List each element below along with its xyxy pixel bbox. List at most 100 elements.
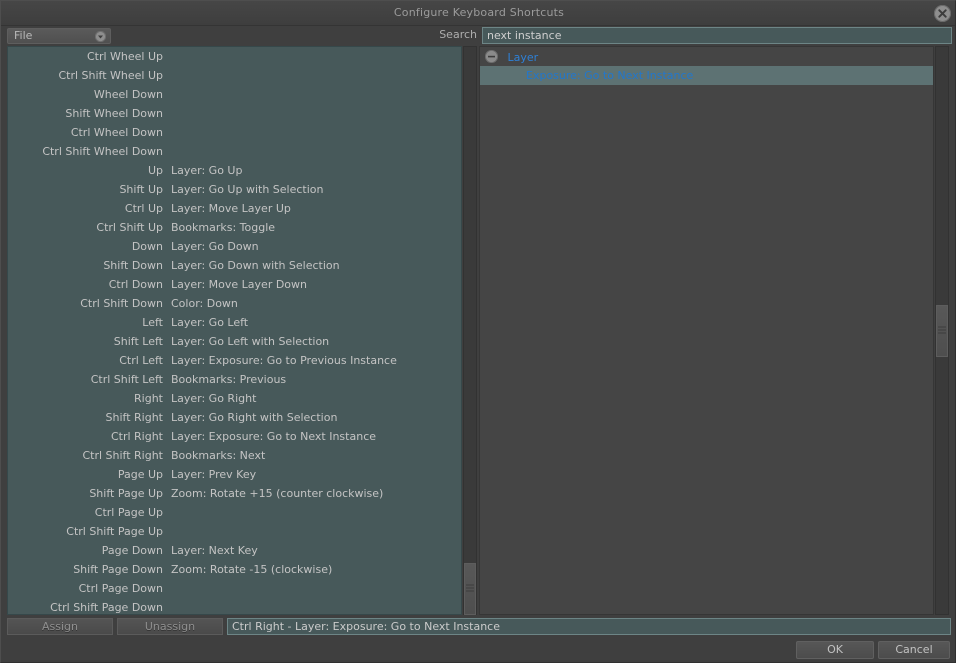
shortcut-action: Layer: Go Right <box>171 392 257 405</box>
shortcut-row[interactable]: Shift Page Up Zoom: Rotate +15 (counter c… <box>8 484 461 503</box>
shortcut-action: Layer: Move Layer Up <box>171 202 291 215</box>
shortcut-keys: Right <box>134 392 163 405</box>
shortcut-row[interactable]: Ctrl Shift Right Bookmarks: Next <box>8 446 461 465</box>
shortcut-row[interactable]: Ctrl Shift Wheel Up <box>8 66 461 85</box>
dialog-footer: OK Cancel <box>1 637 955 662</box>
unassign-button[interactable]: Unassign <box>117 618 223 635</box>
shortcut-row[interactable]: Ctrl Shift Up Bookmarks: Toggle <box>8 218 461 237</box>
shortcut-keys: Ctrl Right <box>110 430 163 443</box>
file-dropdown-label: File <box>14 29 33 42</box>
shortcut-keys: Shift Page Up <box>89 487 163 500</box>
shortcut-row[interactable]: Ctrl Shift Left Bookmarks: Previous <box>8 370 461 389</box>
shortcut-action: Layer: Go Up with Selection <box>171 183 324 196</box>
shortcut-row[interactable]: Right Layer: Go Right <box>8 389 461 408</box>
shortcut-action: Layer: Exposure: Go to Previous Instance <box>171 354 397 367</box>
tree-group-layer[interactable]: Layer <box>480 47 933 66</box>
shortcut-keys: Shift Up <box>119 183 163 196</box>
file-dropdown[interactable]: File <box>7 28 111 44</box>
shortcut-action: Zoom: Rotate +15 (counter clockwise) <box>171 487 384 500</box>
shortcut-row[interactable]: Ctrl Shift Page Up <box>8 522 461 541</box>
shortcut-action: Color: Down <box>171 297 238 310</box>
window-title: Configure Keyboard Shortcuts <box>393 6 565 19</box>
shortcut-keys: Ctrl Wheel Up <box>86 50 163 63</box>
shortcut-row[interactable]: Shift Left Layer: Go Left with Selection <box>8 332 461 351</box>
shortcut-keys: Ctrl Shift Down <box>80 297 163 310</box>
shortcut-row[interactable]: Ctrl Down Layer: Move Layer Down <box>8 275 461 294</box>
shortcut-action: Layer: Go Up <box>171 164 243 177</box>
current-binding-status: Ctrl Right - Layer: Exposure: Go to Next… <box>227 618 951 635</box>
shortcut-keys: Shift Page Down <box>73 563 163 576</box>
shortcut-keys: Ctrl Page Up <box>94 506 163 519</box>
shortcut-action: Layer: Go Down <box>171 240 259 253</box>
shortcut-list-scrollbar[interactable] <box>463 46 477 615</box>
shortcut-row[interactable]: Shift Up Layer: Go Up with Selection <box>8 180 461 199</box>
shortcut-action: Zoom: Rotate -15 (clockwise) <box>171 563 333 576</box>
shortcut-row[interactable]: Down Layer: Go Down <box>8 237 461 256</box>
shortcut-list[interactable]: Ctrl Wheel Up Ctrl Shift Wheel Up Wheel Do… <box>7 46 462 615</box>
shortcut-keys: Shift Down <box>103 259 163 272</box>
command-tree-scrollbar[interactable] <box>935 46 949 615</box>
shortcut-row[interactable]: Ctrl Shift Wheel Down <box>8 142 461 161</box>
grip-icon <box>466 584 474 594</box>
ok-button[interactable]: OK <box>796 641 874 659</box>
shortcut-row[interactable]: Ctrl Wheel Up <box>8 47 461 66</box>
tree-group-label: Layer <box>507 50 539 64</box>
tree-item-selected[interactable]: Exposure: Go to Next Instance <box>480 66 933 85</box>
configure-keyboard-shortcuts-dialog: Configure Keyboard Shortcuts File Search… <box>0 0 956 663</box>
shortcut-row[interactable]: Shift Right Layer: Go Right with Selectio… <box>8 408 461 427</box>
grip-icon <box>938 326 946 336</box>
search-input[interactable] <box>482 27 952 44</box>
shortcut-action: Bookmarks: Next <box>171 449 266 462</box>
shortcut-keys: Ctrl Shift Page Down <box>50 601 163 614</box>
shortcut-row[interactable]: Ctrl Page Down <box>8 579 461 598</box>
filter-toolbar: File Search <box>1 26 955 46</box>
shortcut-keys: Shift Wheel Down <box>65 107 163 120</box>
shortcut-keys: Ctrl Left <box>119 354 163 367</box>
shortcut-keys: Page Down <box>101 544 163 557</box>
close-icon[interactable] <box>934 5 951 22</box>
tree-item-label: Exposure: Go to Next Instance <box>526 69 694 82</box>
shortcut-action: Layer: Exposure: Go to Next Instance <box>171 430 377 443</box>
shortcut-keys: Ctrl Shift Up <box>96 221 163 234</box>
shortcut-action: Bookmarks: Previous <box>171 373 287 386</box>
shortcut-row[interactable]: Left Layer: Go Left <box>8 313 461 332</box>
title-bar: Configure Keyboard Shortcuts <box>1 1 955 26</box>
shortcut-row[interactable]: Wheel Down <box>8 85 461 104</box>
shortcut-action: Layer: Go Right with Selection <box>171 411 338 424</box>
shortcut-row[interactable]: Shift Page Down Zoom: Rotate -15 (clockwi… <box>8 560 461 579</box>
shortcut-action: Layer: Move Layer Down <box>171 278 308 291</box>
search-label: Search <box>439 28 477 41</box>
shortcut-action: Layer: Go Left with Selection <box>171 335 330 348</box>
shortcut-row[interactable]: Ctrl Page Up <box>8 503 461 522</box>
shortcut-row[interactable]: Ctrl Left Layer: Exposure: Go to Previous… <box>8 351 461 370</box>
shortcut-keys: Shift Left <box>113 335 163 348</box>
command-tree[interactable]: Layer Exposure: Go to Next Instance <box>479 46 934 615</box>
shortcut-keys: Ctrl Shift Wheel Up <box>58 69 163 82</box>
shortcut-keys: Left <box>142 316 163 329</box>
shortcut-keys: Ctrl Down <box>108 278 163 291</box>
shortcut-keys: Ctrl Shift Wheel Down <box>42 145 163 158</box>
shortcut-keys: Up <box>147 164 163 177</box>
command-tree-scrollbar-thumb[interactable] <box>936 305 948 357</box>
shortcut-row[interactable]: Page Down Layer: Next Key <box>8 541 461 560</box>
shortcut-row[interactable]: Shift Wheel Down <box>8 104 461 123</box>
shortcut-row[interactable]: Page Up Layer: Prev Key <box>8 465 461 484</box>
shortcut-list-scrollbar-thumb[interactable] <box>464 563 476 615</box>
shortcut-row[interactable]: Ctrl Shift Page Down <box>8 598 461 614</box>
shortcut-row[interactable]: Ctrl Up Layer: Move Layer Up <box>8 199 461 218</box>
shortcut-keys: Ctrl Up <box>124 202 163 215</box>
shortcut-row[interactable]: Ctrl Wheel Down <box>8 123 461 142</box>
shortcut-row[interactable]: Ctrl Right Layer: Exposure: Go to Next In… <box>8 427 461 446</box>
assign-button[interactable]: Assign <box>7 618 113 635</box>
shortcut-row[interactable]: Shift Down Layer: Go Down with Selection <box>8 256 461 275</box>
assign-bar: Assign Unassign Ctrl Right - Layer: Expo… <box>7 618 951 635</box>
cancel-button[interactable]: Cancel <box>878 641 950 659</box>
shortcut-keys: Ctrl Shift Left <box>90 373 163 386</box>
shortcut-row[interactable]: Up Layer: Go Up <box>8 161 461 180</box>
shortcut-keys: Ctrl Page Down <box>78 582 163 595</box>
shortcut-action: Layer: Go Down with Selection <box>171 259 340 272</box>
shortcut-keys: Ctrl Wheel Down <box>70 126 163 139</box>
minus-circle-icon[interactable] <box>485 49 498 63</box>
shortcut-row[interactable]: Ctrl Shift Down Color: Down <box>8 294 461 313</box>
shortcut-keys: Shift Right <box>105 411 163 424</box>
